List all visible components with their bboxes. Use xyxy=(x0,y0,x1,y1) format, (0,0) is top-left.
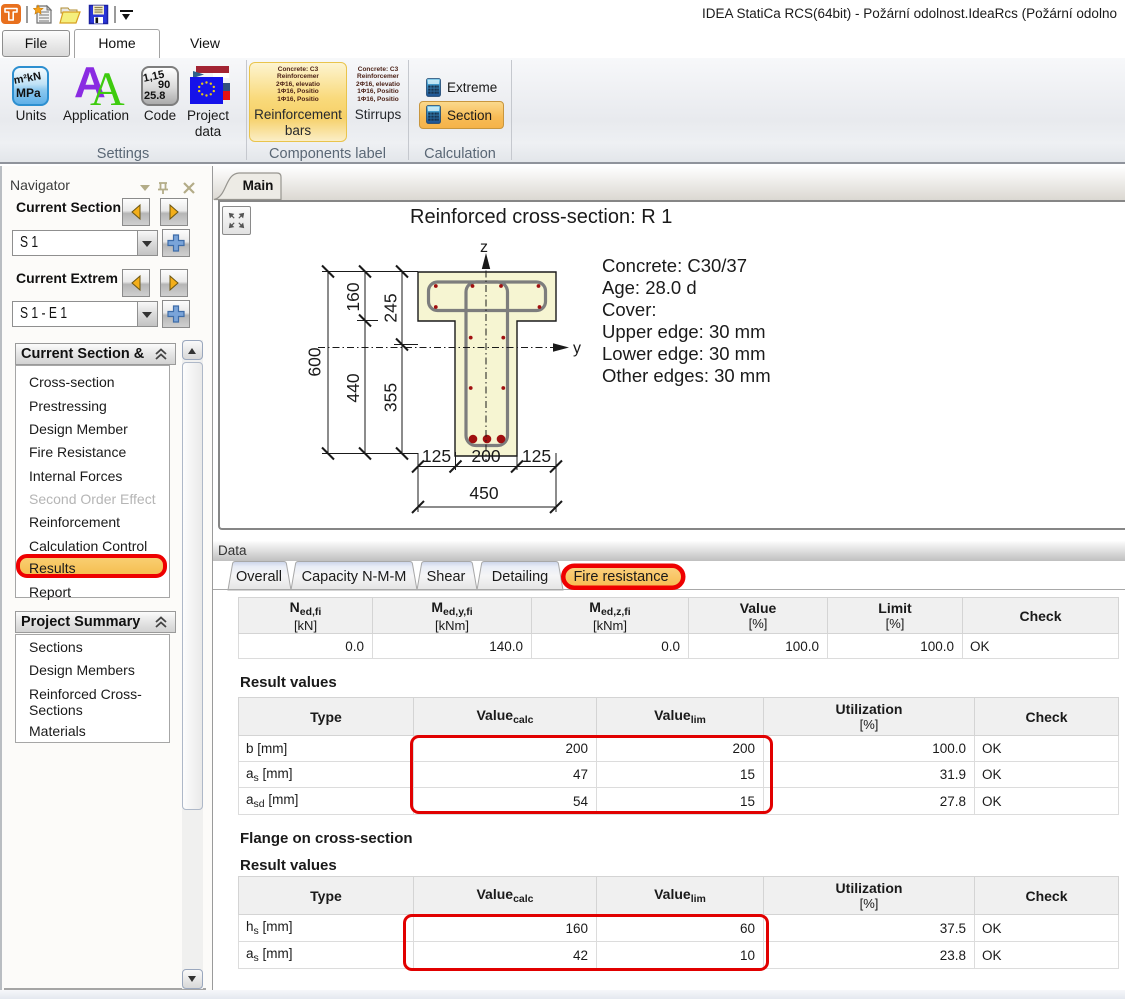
svg-text:440: 440 xyxy=(343,373,363,402)
svg-text:z: z xyxy=(480,239,488,256)
svg-text:160: 160 xyxy=(343,282,363,311)
svg-text:125: 125 xyxy=(422,446,451,466)
svg-text:600: 600 xyxy=(305,347,325,376)
svg-text:Fire resistance: Fire resistance xyxy=(573,569,668,585)
svg-text:Capacity N-M-M: Capacity N-M-M xyxy=(302,569,407,585)
svg-text:Overall: Overall xyxy=(236,569,282,585)
svg-text:355: 355 xyxy=(381,383,401,412)
svg-text:Detailing: Detailing xyxy=(492,569,548,585)
svg-text:125: 125 xyxy=(522,446,551,466)
svg-text:245: 245 xyxy=(381,293,401,322)
svg-text:450: 450 xyxy=(469,483,498,503)
svg-text:y: y xyxy=(573,340,581,357)
svg-text:Shear: Shear xyxy=(427,569,466,585)
svg-text:200: 200 xyxy=(471,446,500,466)
svg-text:Main: Main xyxy=(243,178,274,193)
